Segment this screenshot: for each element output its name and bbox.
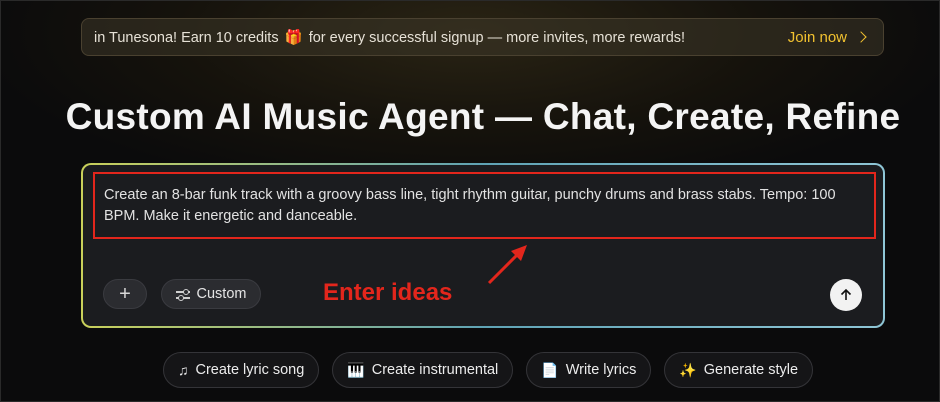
chevron-right-icon xyxy=(855,31,867,43)
plus-icon: + xyxy=(119,282,131,305)
chip-create-lyric-song[interactable]: ♫ Create lyric song xyxy=(163,352,320,388)
document-icon: 📄 xyxy=(541,361,559,378)
join-now-link[interactable]: Join now xyxy=(788,29,867,46)
piano-icon: 🎹 xyxy=(347,361,365,378)
gift-icon: 🎁 xyxy=(284,29,303,46)
music-note-icon: ♫ xyxy=(178,362,189,378)
quick-action-chips: ♫ Create lyric song 🎹 Create instrumenta… xyxy=(163,352,814,388)
arrow-up-icon xyxy=(840,288,852,300)
prompt-box: Create an 8-bar funk track with a groovy… xyxy=(81,163,885,328)
annotation-label: Enter ideas xyxy=(323,279,453,306)
sliders-icon xyxy=(175,288,190,301)
page-title: Custom AI Music Agent — Chat, Create, Re… xyxy=(65,96,901,137)
annotation-arrow-icon xyxy=(487,245,527,285)
chip-generate-style[interactable]: ✨ Generate style xyxy=(664,352,814,388)
custom-button[interactable]: Custom xyxy=(161,279,261,309)
prompt-input[interactable]: Create an 8-bar funk track with a groovy… xyxy=(93,172,876,239)
referral-banner: in Tunesona! Earn 10 credits 🎁 for every… xyxy=(81,18,884,56)
chip-create-instrumental[interactable]: 🎹 Create instrumental xyxy=(332,352,514,388)
sparkles-icon: ✨ xyxy=(679,361,697,378)
banner-text: in Tunesona! Earn 10 credits 🎁 for every… xyxy=(94,29,686,46)
send-button[interactable] xyxy=(830,279,862,311)
add-button[interactable]: + xyxy=(103,279,147,309)
chip-write-lyrics[interactable]: 📄 Write lyrics xyxy=(526,352,652,388)
